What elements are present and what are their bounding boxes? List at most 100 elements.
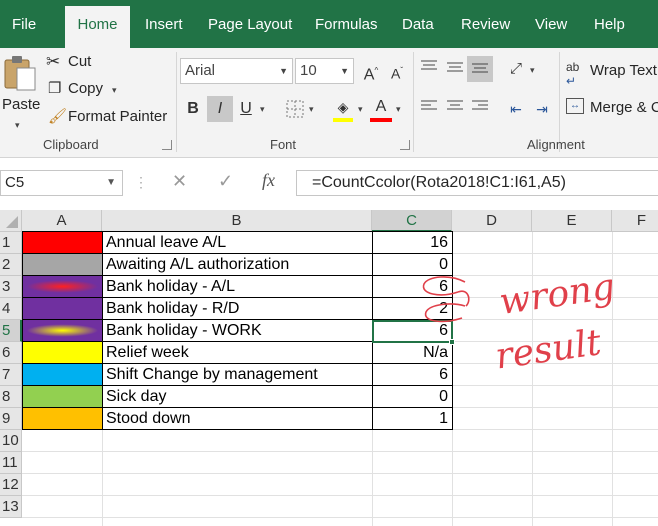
- column-header-d[interactable]: D: [452, 210, 532, 232]
- font-launcher-icon[interactable]: [400, 140, 410, 150]
- column-header-e[interactable]: E: [532, 210, 612, 232]
- underline-button[interactable]: U: [233, 96, 259, 122]
- orientation-button[interactable]: ⤢: [503, 56, 529, 82]
- font-color-button[interactable]: A: [368, 94, 394, 120]
- column-header-c[interactable]: C: [372, 210, 452, 232]
- tab-view[interactable]: View: [535, 0, 567, 48]
- align-middle-button[interactable]: [442, 56, 468, 82]
- row-header-8[interactable]: 8: [0, 386, 22, 408]
- shrink-font-button[interactable]: Aˇ: [384, 58, 410, 84]
- category-label-cell[interactable]: Relief week: [103, 342, 372, 364]
- category-label-cell[interactable]: Sick day: [103, 386, 372, 408]
- font-name-select[interactable]: Arial ▼: [180, 58, 293, 84]
- italic-button[interactable]: I: [207, 96, 233, 122]
- fill-color-button[interactable]: ◈: [330, 94, 356, 120]
- font-name-value: Arial: [185, 62, 216, 79]
- count-value-cell[interactable]: 1: [373, 408, 452, 430]
- color-swatch-cell[interactable]: [23, 320, 102, 341]
- table-border: [22, 231, 23, 430]
- color-swatch-cell[interactable]: [23, 232, 102, 253]
- grip-icon[interactable]: ⋮: [134, 174, 148, 191]
- color-swatch-cell[interactable]: [23, 364, 102, 385]
- category-label-cell[interactable]: Annual leave A/L: [103, 232, 372, 254]
- shrink-font-icon: A: [390, 65, 401, 82]
- chevron-down-icon[interactable]: ▾: [260, 104, 265, 115]
- enter-check-icon[interactable]: ✓: [218, 171, 233, 192]
- color-swatch-cell[interactable]: [23, 254, 102, 275]
- cut-button[interactable]: ✂ Cut: [46, 52, 106, 74]
- cancel-icon[interactable]: ✕: [172, 171, 187, 192]
- chevron-down-icon[interactable]: ▾: [358, 104, 363, 115]
- gridline: [22, 451, 658, 452]
- increase-indent-button[interactable]: ⇥: [529, 96, 555, 122]
- paste-button[interactable]: Paste ▾: [0, 52, 40, 132]
- tab-page-layout[interactable]: Page Layout: [208, 0, 292, 48]
- category-label-cell[interactable]: Shift Change by management: [103, 364, 372, 386]
- table-border: [22, 429, 453, 430]
- worksheet-grid: ABCDEF 1 2 3 4 5 6 7 8 9 10 11 12 13 Annual leave A/…: [0, 210, 658, 526]
- tab-help[interactable]: Help: [594, 0, 625, 48]
- category-label-cell[interactable]: Awaiting A/L authorization: [103, 254, 372, 276]
- formula-input[interactable]: =CountCcolor(Rota2018!C1:I61,A5): [296, 170, 658, 196]
- format-painter-button[interactable]: 🖌 Format Painter: [46, 107, 170, 129]
- tab-insert[interactable]: Insert: [145, 0, 183, 48]
- tab-review[interactable]: Review: [461, 0, 510, 48]
- count-value-cell[interactable]: 16: [373, 232, 452, 254]
- row-header-4[interactable]: 4: [0, 298, 22, 320]
- category-label-cell[interactable]: Bank holiday - R/D: [103, 298, 372, 320]
- handwritten-annotation: wrong result: [422, 266, 617, 378]
- insert-function-icon[interactable]: fx: [262, 170, 275, 191]
- borders-button[interactable]: [282, 96, 308, 122]
- select-all-corner[interactable]: [0, 210, 22, 232]
- row-header-12[interactable]: 12: [0, 474, 22, 496]
- row-header-3[interactable]: 3: [0, 276, 22, 298]
- grow-font-button[interactable]: A^: [358, 58, 384, 84]
- category-label-cell[interactable]: Stood down: [103, 408, 372, 430]
- column-header-b[interactable]: B: [102, 210, 372, 232]
- row-header-11[interactable]: 11: [0, 452, 22, 474]
- row-header-13[interactable]: 13: [0, 496, 22, 518]
- tab-home[interactable]: Home: [65, 6, 130, 48]
- clipboard-launcher-icon[interactable]: [162, 140, 172, 150]
- color-swatch-cell[interactable]: [23, 276, 102, 297]
- color-swatch-cell[interactable]: [23, 408, 102, 429]
- count-value-cell[interactable]: 0: [373, 386, 452, 408]
- align-right-button[interactable]: [467, 96, 493, 122]
- color-swatch-cell[interactable]: [23, 386, 102, 407]
- align-left-button[interactable]: [416, 96, 442, 122]
- chevron-down-icon[interactable]: ▾: [530, 65, 535, 76]
- tab-file[interactable]: File: [12, 0, 36, 48]
- chevron-down-icon[interactable]: ▾: [309, 104, 314, 115]
- category-label-cell[interactable]: Bank holiday - WORK: [103, 320, 372, 342]
- chevron-down-icon[interactable]: ▾: [396, 104, 401, 115]
- chevron-down-icon: ▼: [340, 66, 349, 76]
- align-middle-icon: [447, 62, 463, 72]
- row-header-2[interactable]: 2: [0, 254, 22, 276]
- copy-button[interactable]: ❐ Copy ▾: [46, 79, 126, 101]
- row-header-6[interactable]: 6: [0, 342, 22, 364]
- merge-center-button[interactable]: ↔ Merge & C: [566, 96, 658, 120]
- category-label-cell[interactable]: Bank holiday - A/L: [103, 276, 372, 298]
- decrease-indent-button[interactable]: ⇤: [503, 96, 529, 122]
- row-header-10[interactable]: 10: [0, 430, 22, 452]
- align-bottom-button[interactable]: [467, 56, 493, 82]
- align-center-button[interactable]: [442, 96, 468, 122]
- color-swatch-cell[interactable]: [23, 298, 102, 319]
- row-header-1[interactable]: 1: [0, 232, 22, 254]
- column-header-f[interactable]: F: [612, 210, 658, 232]
- tab-formulas[interactable]: Formulas: [315, 0, 378, 48]
- color-swatch-cell[interactable]: [23, 342, 102, 363]
- tab-data[interactable]: Data: [402, 0, 434, 48]
- align-left-icon: [421, 100, 437, 110]
- column-header-a[interactable]: A: [22, 210, 102, 232]
- row-header-5[interactable]: 5: [0, 320, 22, 342]
- row-header-7[interactable]: 7: [0, 364, 22, 386]
- align-top-button[interactable]: [416, 56, 442, 82]
- font-size-select[interactable]: 10 ▼: [295, 58, 354, 84]
- wrap-text-icon: ab ↵: [566, 60, 580, 88]
- row-header-9[interactable]: 9: [0, 408, 22, 430]
- bold-button[interactable]: B: [180, 96, 206, 122]
- chevron-down-icon: ▼: [106, 177, 116, 188]
- wrap-text-button[interactable]: ab ↵ Wrap Text: [566, 60, 658, 88]
- name-box[interactable]: C5 ▼: [0, 170, 123, 196]
